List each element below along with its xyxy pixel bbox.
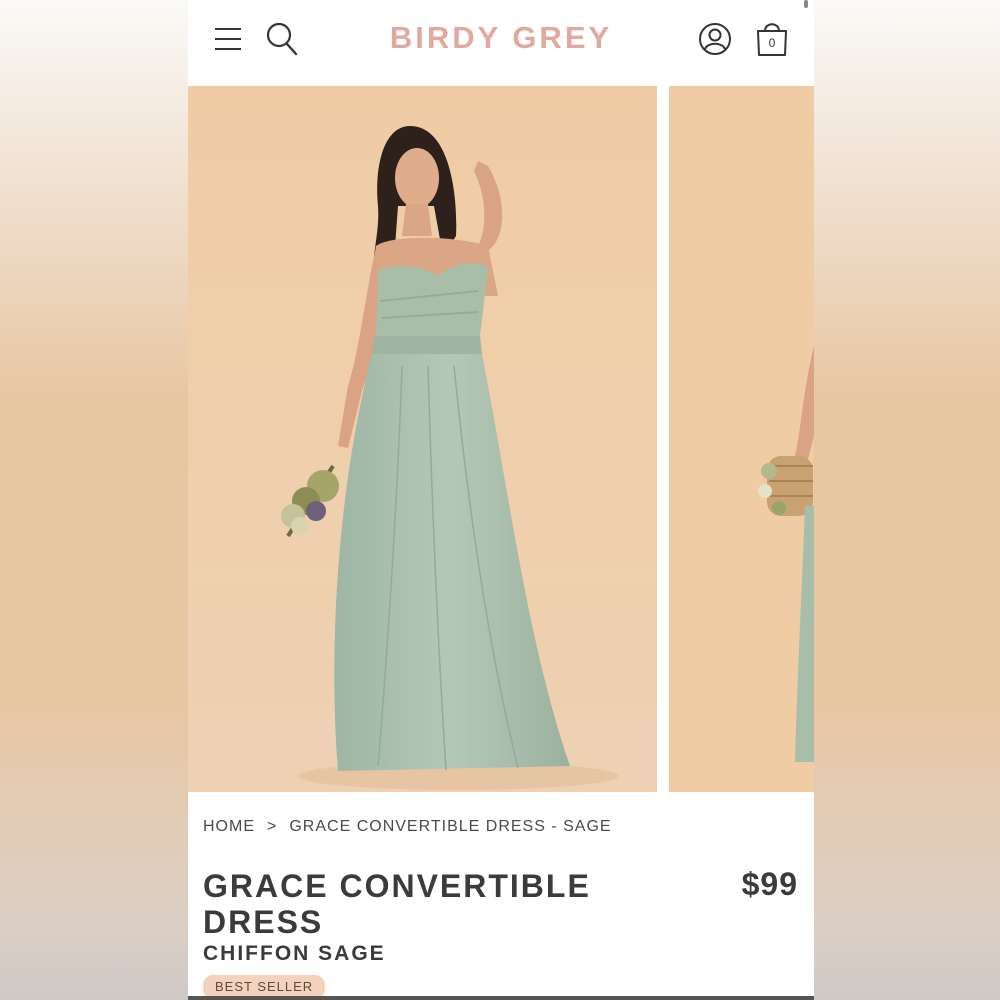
product-gallery[interactable] xyxy=(188,86,814,792)
site-header: BIRDY GREY 0 xyxy=(188,0,814,86)
breadcrumb-home-link[interactable]: HOME xyxy=(203,818,255,836)
product-details: HOME > GRACE CONVERTIBLE DRESS - SAGE GR… xyxy=(188,792,814,1000)
backdrop-left xyxy=(0,0,188,1000)
shopping-bag-button[interactable]: 0 xyxy=(754,19,790,57)
breadcrumb-separator: > xyxy=(267,818,278,835)
cart-count: 0 xyxy=(768,36,776,50)
backdrop-right xyxy=(814,0,1000,1000)
product-photo-main[interactable] xyxy=(188,86,657,792)
bottom-bar xyxy=(188,996,814,1000)
product-photo-next[interactable] xyxy=(669,86,814,792)
breadcrumb-current: GRACE CONVERTIBLE DRESS - SAGE xyxy=(289,818,612,835)
model-side-image xyxy=(669,86,814,792)
product-subtitle: CHIFFON SAGE xyxy=(203,942,386,965)
account-icon[interactable] xyxy=(698,22,732,56)
product-price: $99 xyxy=(741,866,798,902)
breadcrumb: HOME > GRACE CONVERTIBLE DRESS - SAGE xyxy=(203,818,612,836)
phone-screen: BIRDY GREY 0 HOME > GRACE CONVERTIBLE DR… xyxy=(188,0,814,1000)
model-in-dress-image xyxy=(188,86,657,792)
product-title: GRACE CONVERTIBLE DRESS xyxy=(203,868,591,940)
scroll-indicator xyxy=(804,0,808,8)
